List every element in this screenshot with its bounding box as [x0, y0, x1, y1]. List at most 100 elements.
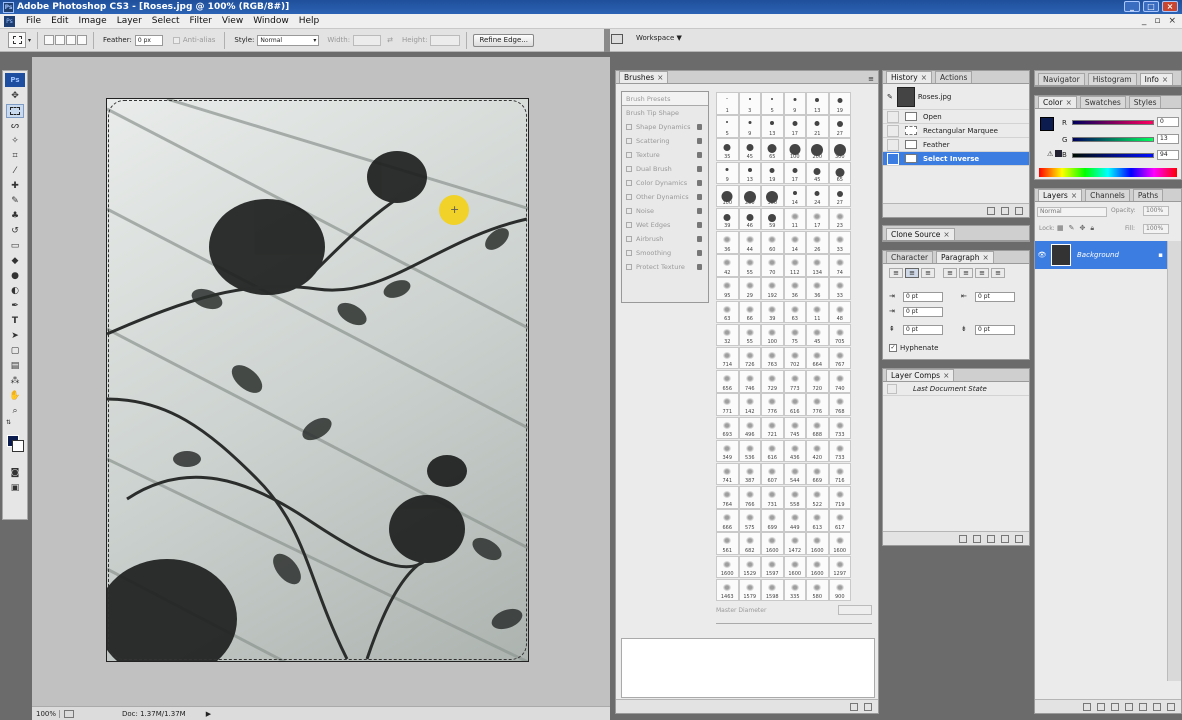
rect-marquee-tool-icon[interactable]	[6, 104, 24, 118]
brush-preset[interactable]: 607	[761, 462, 784, 486]
hyphenate-option[interactable]: ✓ Hyphenate	[889, 344, 938, 352]
style-select[interactable]: Normal ▾	[257, 34, 320, 46]
brush-preset[interactable]: 731	[761, 486, 784, 509]
close-icon[interactable]: ×	[943, 371, 949, 380]
brush-preset[interactable]: 699	[761, 509, 784, 532]
brush-preset[interactable]: 17	[783, 115, 806, 138]
close-button[interactable]: ×	[1162, 1, 1178, 12]
mask-icon[interactable]	[1111, 702, 1119, 711]
menu-window[interactable]: Window	[248, 16, 294, 26]
brush-preset[interactable]: 63	[716, 300, 739, 324]
indent-right-input[interactable]: 0 pt	[975, 292, 1015, 302]
close-icon[interactable]: ×	[982, 253, 988, 262]
brush-option-item[interactable]: Airbrush	[622, 232, 708, 246]
magic-wand-tool-icon[interactable]: ✧	[6, 134, 24, 148]
brush-preset[interactable]: 613	[806, 509, 829, 532]
brush-option-item[interactable]: Dual Brush	[622, 162, 708, 176]
brush-preset[interactable]: 55	[738, 254, 761, 277]
checkbox[interactable]	[626, 166, 632, 172]
brush-preset[interactable]: 387	[738, 462, 761, 486]
tab-paths[interactable]: Paths	[1132, 189, 1164, 201]
status-menu-icon[interactable]: ▶	[206, 710, 211, 718]
layers-scrollbar[interactable]	[1167, 241, 1181, 681]
palette-well-icon[interactable]	[611, 34, 623, 44]
brush-preset[interactable]: 55	[738, 323, 761, 347]
brush-preset[interactable]: 536	[738, 439, 761, 463]
brush-preset[interactable]: 200	[738, 184, 761, 208]
brush-preset[interactable]: 1600	[783, 555, 806, 579]
brush-option-item[interactable]: Scattering	[622, 134, 708, 148]
brush-preset[interactable]: 617	[828, 509, 851, 532]
align-right-icon[interactable]: ≡	[921, 268, 935, 278]
tab-clone-source[interactable]: Clone Source ×	[886, 228, 955, 240]
brush-preset[interactable]: 420	[806, 439, 829, 463]
dodge-tool-icon[interactable]: ◐	[6, 284, 24, 298]
brush-preset[interactable]: 74	[828, 254, 851, 277]
brush-preset[interactable]: 776	[806, 393, 829, 416]
brush-preset[interactable]: 1	[716, 92, 739, 115]
justify-center-icon[interactable]: ≡	[959, 268, 973, 278]
brush-preset[interactable]: 1600	[828, 532, 851, 555]
brush-preset[interactable]: 616	[783, 393, 806, 416]
brush-preset[interactable]: 66	[738, 300, 761, 324]
feather-input[interactable]: 0 px	[134, 34, 163, 46]
tab-layer-comps[interactable]: Layer Comps ×	[886, 369, 955, 381]
brush-preset[interactable]: 17	[783, 161, 806, 185]
brush-preset[interactable]: 19	[828, 92, 851, 115]
brush-preset[interactable]: 44	[738, 231, 761, 254]
gamut-warning-icon[interactable]: ⚠	[1047, 150, 1053, 158]
indent-left-input[interactable]: 0 pt	[903, 292, 943, 302]
brush-preset[interactable]: 1600	[716, 555, 739, 579]
crop-tool-icon[interactable]: ⌗	[6, 149, 24, 163]
tab-swatches[interactable]: Swatches	[1079, 96, 1126, 108]
green-slider[interactable]	[1072, 137, 1154, 142]
brush-preset[interactable]: 705	[828, 323, 851, 347]
brush-preset[interactable]: 19	[761, 161, 784, 185]
justify-right-icon[interactable]: ≡	[975, 268, 989, 278]
brush-preset[interactable]: 45	[738, 138, 761, 161]
brush-preset[interactable]: 693	[716, 416, 739, 439]
swap-colors-icon[interactable]: ⇅	[3, 419, 27, 429]
brush-option-item[interactable]: Protect Texture	[622, 260, 708, 274]
zoom-tool-icon[interactable]: ⌕	[6, 404, 24, 418]
close-icon[interactable]: ×	[1162, 75, 1168, 84]
brush-preset[interactable]: 666	[716, 509, 739, 532]
delete-icon[interactable]	[864, 702, 872, 711]
brush-preset[interactable]: 763	[761, 346, 784, 370]
brush-preset[interactable]: 1472	[783, 532, 806, 555]
brush-preset[interactable]: 1579	[738, 578, 761, 602]
tab-histogram[interactable]: Histogram	[1087, 73, 1137, 85]
brush-option-item[interactable]: Smoothing	[622, 246, 708, 260]
intersect-selection-icon[interactable]	[77, 35, 88, 45]
brush-preset[interactable]: 9	[783, 92, 806, 115]
next-comp-icon[interactable]	[973, 534, 981, 543]
color-ramp[interactable]	[1039, 168, 1177, 177]
tab-navigator[interactable]: Navigator	[1038, 73, 1085, 85]
brush-preset[interactable]: 134	[806, 254, 829, 277]
fill-input[interactable]: 100%	[1143, 224, 1169, 234]
brush-preset[interactable]: 112	[783, 254, 806, 277]
brush-preset[interactable]: 200	[806, 138, 829, 161]
new-layer-icon[interactable]	[1153, 702, 1161, 711]
brush-preset[interactable]: 46	[738, 207, 761, 231]
brush-preset[interactable]: 59	[761, 207, 784, 231]
red-input[interactable]: 0	[1157, 117, 1179, 127]
checkbox[interactable]	[626, 124, 632, 130]
history-source-checkbox[interactable]	[887, 110, 899, 123]
tab-info[interactable]: Info ×	[1139, 73, 1174, 85]
doc-minimize-icon[interactable]: _	[1142, 16, 1147, 26]
brush-preset[interactable]: 656	[716, 370, 739, 393]
color-fg-swatch[interactable]	[1040, 117, 1054, 131]
clone-stamp-tool-icon[interactable]: ♣	[6, 209, 24, 223]
lock-pixels-icon[interactable]: ✎	[1069, 224, 1075, 233]
brush-preset[interactable]: 48	[828, 300, 851, 324]
trash-icon[interactable]	[1015, 534, 1023, 543]
brush-preset[interactable]: 36	[716, 231, 739, 254]
brush-preset[interactable]: 13	[761, 115, 784, 138]
brush-preset[interactable]: 771	[716, 393, 739, 416]
opacity-input[interactable]: 100%	[1143, 206, 1169, 216]
maximize-button[interactable]: □	[1143, 1, 1159, 12]
brush-preset[interactable]: 75	[783, 323, 806, 347]
brush-preset[interactable]: 575	[738, 509, 761, 532]
close-icon[interactable]: ×	[921, 73, 927, 82]
